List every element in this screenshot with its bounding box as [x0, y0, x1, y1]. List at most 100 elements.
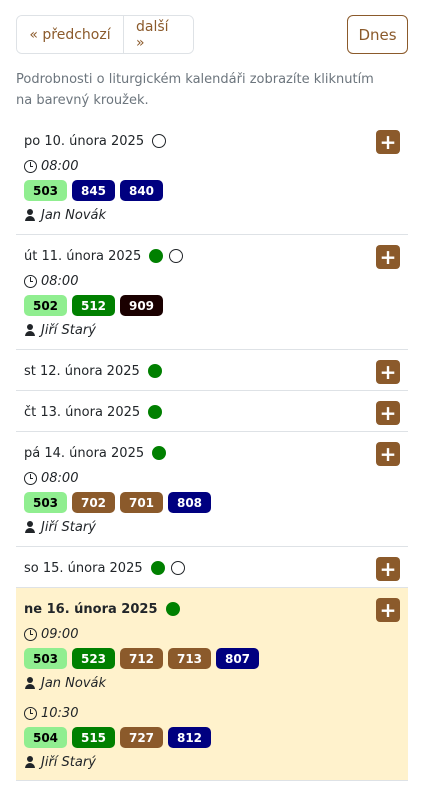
day-row: st 12. února 2025 + — [16, 350, 408, 391]
song-number-badge[interactable]: 840 — [120, 180, 163, 201]
person-name: Jan Novák — [41, 207, 107, 223]
person-icon — [24, 677, 36, 689]
day-date: po 10. února 2025 — [24, 133, 145, 149]
pagination-group: « předchozí další » — [16, 15, 194, 54]
day-header: út 11. února 2025 — [24, 244, 400, 268]
organist: Jan Novák — [24, 204, 400, 226]
song-number-badge[interactable]: 812 — [168, 727, 211, 748]
organist: Jiří Starý — [24, 751, 400, 773]
service-entry: 08:00 502 512 909 Jiří Starý — [24, 270, 400, 343]
person-name: Jan Novák — [41, 675, 107, 691]
plus-icon: + — [379, 245, 397, 269]
song-number-badge[interactable]: 503 — [24, 492, 67, 513]
clock-icon — [24, 274, 37, 288]
service-entry: 09:00 503 523 712 713 807 Jan Novák — [24, 623, 400, 696]
time-label: 08:00 — [41, 158, 79, 174]
day-row: čt 13. února 2025 + — [16, 391, 408, 432]
add-button[interactable]: + — [376, 442, 400, 466]
previous-button[interactable]: « předchozí — [17, 16, 124, 53]
day-row: pá 14. února 2025 +08:00 503 702 701 808 Jiří … — [16, 432, 408, 547]
day-row: út 11. února 2025 +08:00 502 512 909 Jiří Sta… — [16, 235, 408, 350]
clock-icon — [24, 706, 37, 720]
song-number-badge[interactable]: 807 — [216, 648, 259, 669]
liturgical-green-circle[interactable] — [148, 405, 163, 419]
plus-icon: + — [379, 360, 397, 384]
song-number-badge[interactable]: 512 — [72, 295, 115, 316]
liturgical-green-circle[interactable] — [152, 446, 167, 460]
liturgical-green-circle[interactable] — [165, 602, 180, 616]
add-button[interactable]: + — [376, 557, 400, 581]
info-note: Podrobnosti o liturgickém kalendáři zobr… — [16, 72, 374, 108]
service-entry: 08:00 503 845 840 Jan Novák — [24, 155, 400, 228]
day-date: čt 13. února 2025 — [24, 404, 141, 420]
plus-icon: + — [379, 557, 397, 581]
song-number-badge[interactable]: 808 — [168, 492, 211, 513]
clock-icon — [24, 159, 37, 173]
liturgical-green-circle[interactable] — [147, 364, 162, 378]
today-button[interactable]: Dnes — [347, 15, 408, 54]
add-button[interactable]: + — [376, 598, 400, 622]
service-entry: 10:30 504 515 727 812 Jiří Starý — [24, 702, 400, 775]
time-label: 10:30 — [41, 705, 79, 721]
add-button[interactable]: + — [376, 245, 400, 269]
liturgical-white-circle[interactable] — [152, 134, 167, 148]
add-button[interactable]: + — [376, 360, 400, 384]
organist: Jan Novák — [24, 672, 400, 694]
clock-icon — [24, 627, 37, 641]
day-header: čt 13. února 2025 — [24, 400, 400, 424]
add-button[interactable]: + — [376, 401, 400, 425]
song-number-badge[interactable]: 713 — [168, 648, 211, 669]
next-button[interactable]: další » — [124, 16, 193, 53]
person-icon — [24, 756, 36, 768]
day-row: po 10. února 2025 +08:00 503 845 840 Jan Nová… — [16, 120, 408, 235]
day-date: st 12. února 2025 — [24, 363, 140, 379]
song-number-badge[interactable]: 727 — [120, 727, 163, 748]
add-button[interactable]: + — [376, 130, 400, 154]
plus-icon: + — [379, 442, 397, 466]
song-number-badge[interactable]: 701 — [120, 492, 163, 513]
person-icon — [24, 521, 36, 533]
clock-icon — [24, 471, 37, 485]
day-header: so 15. února 2025 — [24, 556, 400, 580]
plus-icon: + — [379, 598, 397, 622]
song-number-badge[interactable]: 909 — [120, 295, 163, 316]
day-row: so 15. února 2025 + — [16, 547, 408, 588]
song-chips: 503 702 701 808 — [24, 492, 400, 513]
song-number-badge[interactable]: 503 — [24, 180, 67, 201]
person-name: Jiří Starý — [41, 322, 96, 338]
service-time: 09:00 — [24, 623, 400, 645]
time-label: 09:00 — [41, 626, 79, 642]
plus-icon: + — [379, 401, 397, 425]
person-name: Jiří Starý — [41, 754, 96, 770]
day-date: ne 16. února 2025 — [24, 601, 158, 617]
day-header: po 10. února 2025 — [24, 129, 400, 153]
time-label: 08:00 — [41, 470, 79, 486]
song-number-badge[interactable]: 523 — [72, 648, 115, 669]
song-chips: 502 512 909 — [24, 295, 400, 316]
song-number-badge[interactable]: 502 — [24, 295, 67, 316]
song-number-badge[interactable]: 503 — [24, 648, 67, 669]
day-header: st 12. února 2025 — [24, 359, 400, 383]
day-date: so 15. února 2025 — [24, 560, 143, 576]
day-date: út 11. února 2025 — [24, 248, 142, 264]
liturgical-green-circle[interactable] — [150, 561, 165, 575]
service-entry: 08:00 503 702 701 808 Jiří Starý — [24, 467, 400, 540]
person-icon — [24, 209, 36, 221]
service-time: 08:00 — [24, 467, 400, 489]
song-number-badge[interactable]: 712 — [120, 648, 163, 669]
liturgical-green-circle[interactable] — [149, 249, 164, 263]
organist: Jiří Starý — [24, 319, 400, 341]
person-icon — [24, 324, 36, 336]
plus-icon: + — [379, 130, 397, 154]
song-number-badge[interactable]: 845 — [72, 180, 115, 201]
song-number-badge[interactable]: 702 — [72, 492, 115, 513]
song-number-badge[interactable]: 504 — [24, 727, 67, 748]
day-header: pá 14. února 2025 — [24, 441, 400, 465]
liturgical-white-circle[interactable] — [170, 561, 185, 575]
liturgical-white-circle[interactable] — [169, 249, 184, 263]
organist: Jiří Starý — [24, 516, 400, 538]
person-name: Jiří Starý — [41, 519, 96, 535]
song-number-badge[interactable]: 515 — [72, 727, 115, 748]
day-row: ne 16. února 2025 +09:00 503 523 712 713 807 Ja… — [16, 588, 408, 781]
day-date: pá 14. února 2025 — [24, 445, 145, 461]
